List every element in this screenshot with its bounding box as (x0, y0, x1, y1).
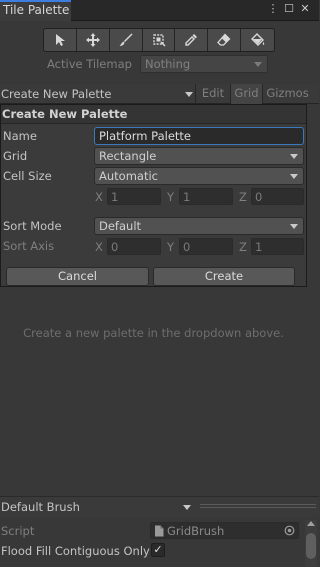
script-object-field[interactable]: GridBrush (150, 522, 299, 539)
cell-size-z-value: 0 (255, 190, 263, 204)
sort-axis-x-field[interactable]: 0 (107, 238, 161, 255)
scrollbar-thumb[interactable] (306, 533, 316, 559)
sort-mode-label: Sort Mode (3, 219, 62, 233)
cancel-button[interactable]: Cancel (6, 267, 149, 286)
tab-title: Tile Palette (3, 3, 70, 17)
select-icon (55, 34, 65, 46)
select-tool-button[interactable] (44, 29, 77, 51)
sort-axis-z-field[interactable]: 1 (251, 238, 304, 255)
move-tool-button[interactable] (77, 29, 110, 51)
sort-axis-z-label: Z (239, 240, 247, 254)
sort-axis-y-label: Y (167, 240, 175, 254)
sort-axis-x-value: 0 (111, 240, 119, 254)
sort-mode-value: Default (99, 219, 142, 233)
chevron-down-icon (290, 154, 298, 159)
active-tilemap-dropdown[interactable]: Nothing (140, 55, 268, 73)
close-icon[interactable]: ✕ (299, 2, 311, 16)
name-label: Name (3, 129, 37, 143)
box-fill-icon (152, 34, 166, 47)
empty-palette-message: Create a new palette in the dropdown abo… (23, 326, 284, 340)
cell-size-y-label: Y (167, 190, 175, 204)
scroll-up-icon[interactable] (307, 521, 315, 526)
splitter-handle[interactable] (200, 504, 316, 505)
grid-label: Grid (3, 149, 28, 163)
cell-size-x-value: 1 (111, 190, 119, 204)
create-button[interactable]: Create (153, 267, 295, 286)
paint-tool-button[interactable] (110, 29, 143, 51)
box-fill-tool-button[interactable] (143, 29, 176, 51)
splitter-handle-line (200, 507, 316, 508)
chevron-down-icon[interactable] (185, 92, 193, 97)
fill-tool-button[interactable] (241, 29, 274, 51)
cell-size-x-label: X (95, 190, 103, 204)
script-value: GridBrush (167, 524, 225, 538)
active-tilemap-label: Active Tilemap (47, 57, 132, 71)
chevron-down-icon (254, 62, 262, 67)
script-file-icon (155, 525, 164, 537)
gizmos-toggle[interactable]: Gizmos (262, 84, 312, 104)
sort-axis-x-label: X (95, 240, 103, 254)
cell-size-dropdown[interactable]: Automatic (94, 167, 304, 185)
sort-axis-z-value: 1 (255, 240, 263, 254)
flood-fill-label: Flood Fill Contiguous Only (1, 544, 150, 558)
cell-size-z-field[interactable]: 0 (251, 188, 304, 205)
eraser-tool-button[interactable] (208, 29, 242, 51)
grid-type-value: Rectangle (99, 149, 157, 163)
picker-icon (185, 34, 198, 46)
grid-type-dropdown[interactable]: Rectangle (94, 147, 304, 165)
fill-bucket-icon (250, 33, 264, 46)
tool-strip (43, 28, 275, 52)
move-icon (85, 33, 100, 47)
grid-toggle[interactable]: Grid (230, 84, 262, 104)
paint-brush-icon (119, 33, 133, 46)
cell-size-label: Cell Size (3, 169, 52, 183)
flood-fill-checkbox[interactable]: ✓ (151, 543, 165, 557)
palette-name-input[interactable]: Platform Palette (94, 127, 304, 145)
cell-size-x-field[interactable]: 1 (107, 188, 161, 205)
sort-mode-dropdown[interactable]: Default (94, 217, 304, 235)
script-label: Script (1, 524, 35, 538)
palette-dropdown-value[interactable]: Create New Palette (1, 87, 111, 101)
popup-title: Create New Palette (2, 107, 128, 121)
palette-name-value: Platform Palette (99, 129, 191, 143)
sort-axis-y-field[interactable]: 0 (179, 238, 233, 255)
edit-toggle[interactable]: Edit (195, 84, 230, 104)
cell-size-z-label: Z (239, 190, 247, 204)
brush-dropdown-value[interactable]: Default Brush (1, 500, 80, 514)
object-picker-icon[interactable] (284, 525, 295, 536)
active-tilemap-value: Nothing (145, 57, 191, 71)
maximize-icon[interactable]: ☐ (283, 2, 295, 16)
chevron-down-icon (290, 174, 298, 179)
cell-size-y-value: 1 (183, 190, 191, 204)
cell-size-y-field[interactable]: 1 (179, 188, 233, 205)
chevron-down-icon (290, 224, 298, 229)
picker-tool-button[interactable] (175, 29, 209, 51)
sort-axis-label: Sort Axis (3, 239, 55, 253)
cell-size-value: Automatic (99, 169, 158, 183)
eraser-icon (217, 33, 231, 46)
window-menu-icon[interactable]: ⋮ (267, 2, 279, 16)
chevron-down-icon[interactable] (183, 505, 191, 510)
sort-axis-y-value: 0 (183, 240, 191, 254)
